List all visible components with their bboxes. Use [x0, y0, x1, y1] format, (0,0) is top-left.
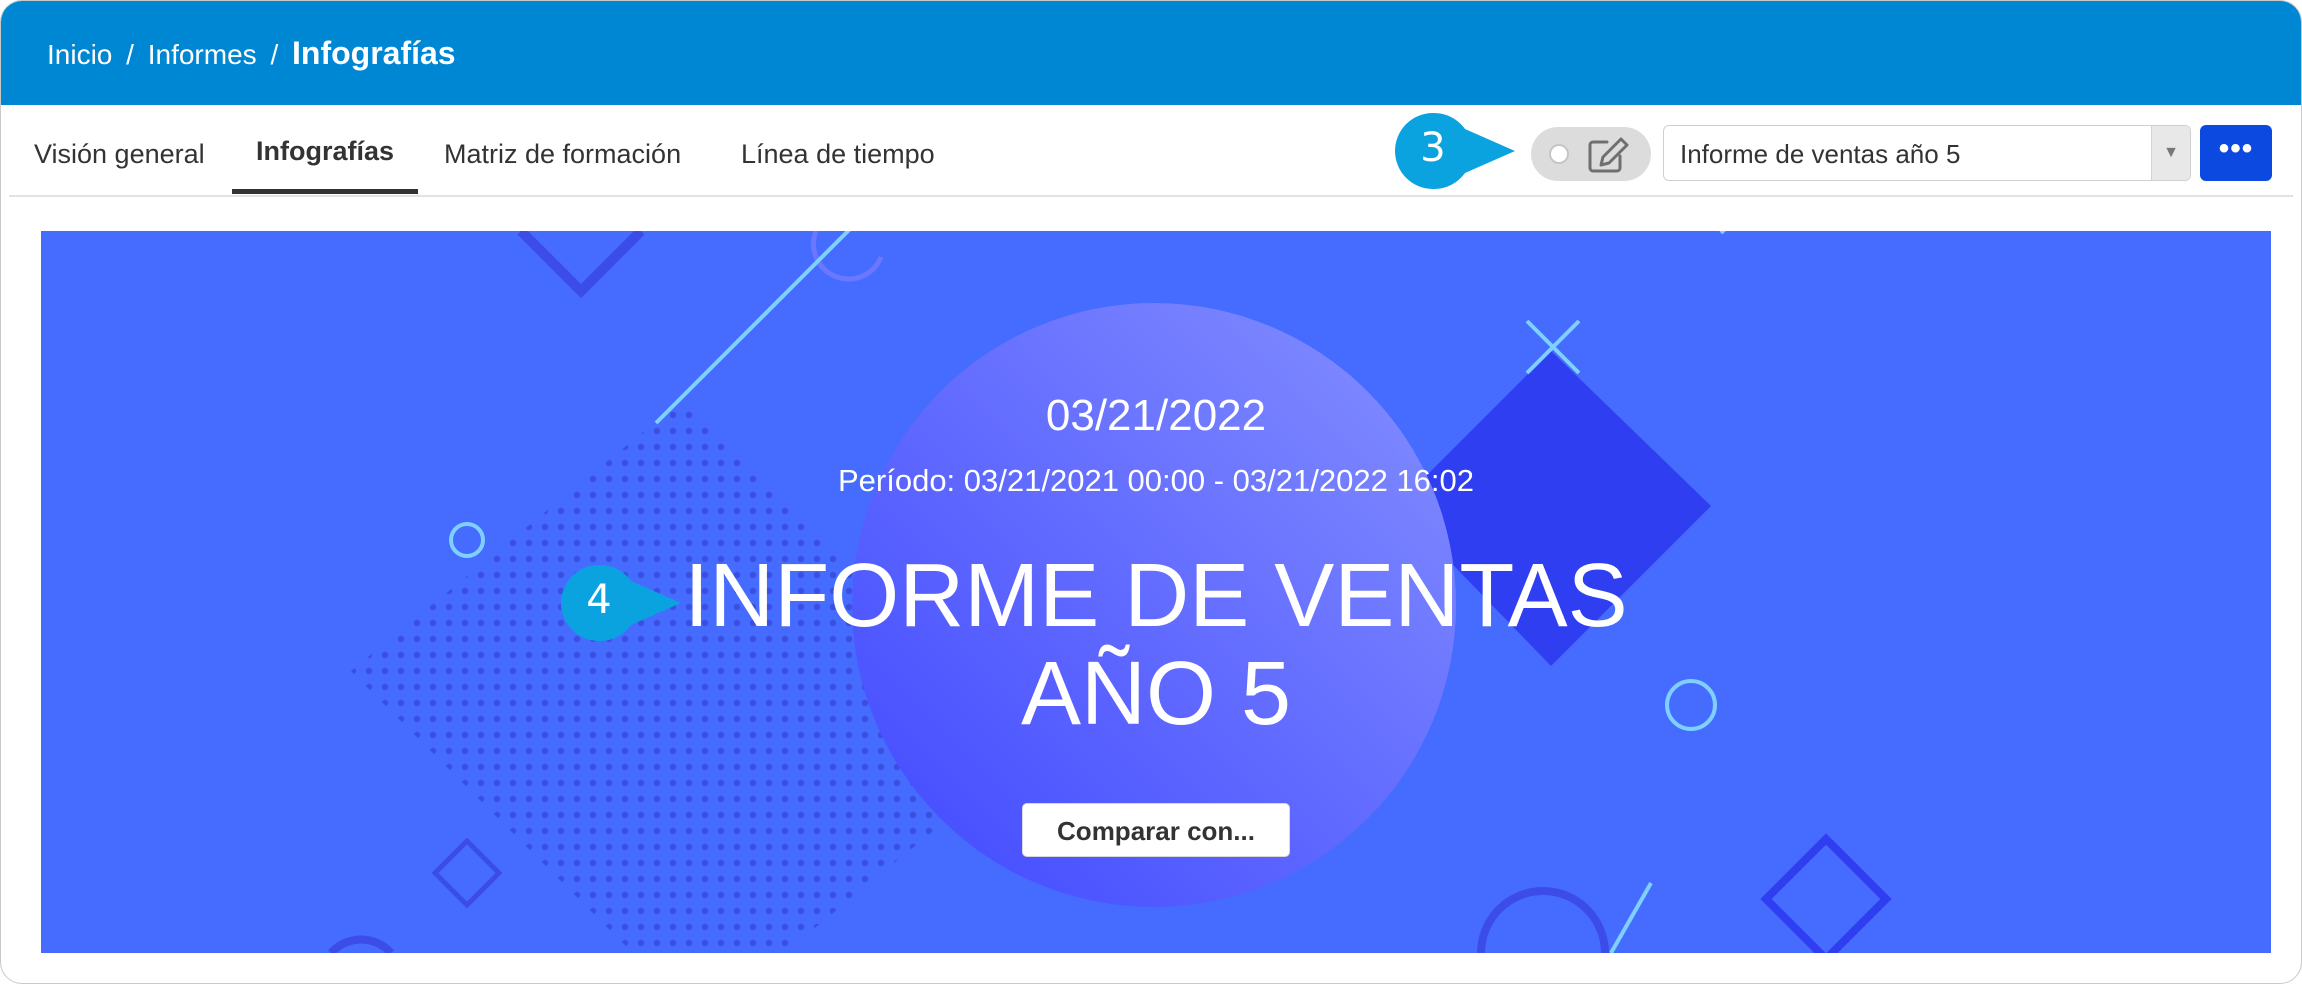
infographic-banner: 03/21/2022 Período: 03/21/2021 00:00 - 0…	[41, 231, 2271, 953]
breadcrumb-informes[interactable]: Informes	[148, 39, 257, 70]
tab-bar: Visión general Infografías Matriz de for…	[9, 105, 2293, 197]
infographic-title-line-2: AÑO 5	[1020, 644, 1292, 744]
app-window: Inicio / Informes / Infografías Visión g…	[0, 0, 2302, 984]
callout-4: 4	[559, 563, 683, 643]
compare-with-button[interactable]: Comparar con...	[1022, 803, 1290, 857]
more-options-button[interactable]: •••	[2200, 125, 2272, 181]
breadcrumb: Inicio / Informes / Infografías	[47, 35, 456, 72]
callout-3: 3	[1393, 111, 1517, 191]
report-select-value: Informe de ventas año 5	[1680, 139, 1961, 169]
infographic-title-line-1: INFORME DE VENTAS	[684, 546, 1628, 646]
pencil-square-icon	[1588, 137, 1629, 173]
tab-matriz-de-formacion[interactable]: Matriz de formación	[444, 105, 681, 195]
chevron-down-icon[interactable]: ▼	[2151, 126, 2190, 180]
callout-4-number: 4	[586, 577, 612, 623]
report-select[interactable]: Informe de ventas año 5 ▼	[1663, 125, 2191, 181]
breadcrumb-separator: /	[126, 39, 134, 70]
infographic-title: INFORME DE VENTAS AÑO 5	[41, 547, 2271, 743]
tab-linea-de-tiempo[interactable]: Línea de tiempo	[741, 105, 935, 195]
edit-mode-toggle[interactable]	[1531, 127, 1651, 181]
toggle-knob	[1549, 144, 1569, 164]
infographic-period: Período: 03/21/2021 00:00 - 03/21/2022 1…	[837, 463, 1475, 498]
tab-vision-general[interactable]: Visión general	[34, 105, 205, 195]
header-bar: Inicio / Informes / Infografías	[1, 1, 2301, 105]
callout-3-number: 3	[1420, 125, 1446, 171]
breadcrumb-inicio[interactable]: Inicio	[47, 39, 112, 70]
breadcrumb-current: Infografías	[292, 35, 456, 71]
breadcrumb-separator: /	[270, 39, 279, 70]
tab-infografias[interactable]: Infografías	[232, 102, 419, 194]
infographic-date: 03/21/2022	[1045, 391, 1267, 440]
